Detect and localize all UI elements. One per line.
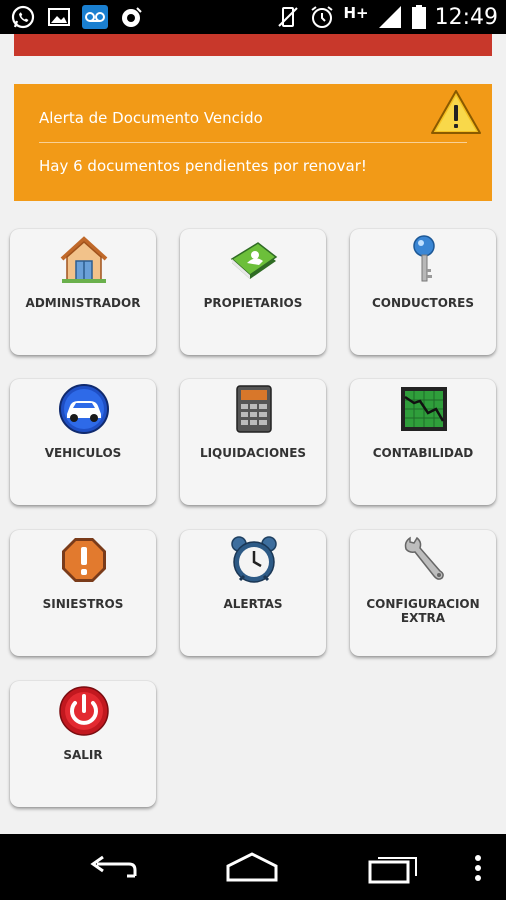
tile-label: CONFIGURACION EXTRA [366,597,480,625]
battery-icon [411,5,426,29]
overflow-menu-icon[interactable] [466,848,490,888]
tile-siniestros[interactable]: SINIESTROS [10,530,156,656]
alert-divider [39,142,467,143]
recents-icon[interactable] [364,848,424,888]
tile-label: VEHICULOS [44,446,122,460]
tile-label: ADMINISTRADOR [25,296,141,310]
clock-time: 12:49 [434,4,498,30]
voicemail-icon [82,5,108,29]
home-icon[interactable] [222,848,282,888]
tile-administrador[interactable]: ADMINISTRADOR [10,229,156,355]
vibrate-off-icon [278,7,299,27]
whatsapp-icon [11,5,35,29]
back-icon[interactable] [83,848,143,888]
alarm-clock-icon [231,536,277,583]
tile-label: ALERTAS [223,597,283,611]
address-book-icon [230,242,278,279]
alarm-clock-icon [311,6,334,28]
tile-contabilidad[interactable]: CONTABILIDAD [350,379,496,505]
tile-label: LIQUIDACIONES [199,446,307,460]
wrench-icon [404,536,444,580]
network-type: H+ [343,4,369,22]
header-banner [14,34,492,56]
expired-document-alert[interactable]: Alerta de Documento Vencido Hay 6 docume… [14,84,492,201]
tile-vehiculos[interactable]: VEHICULOS [10,379,156,505]
signal-icon [378,6,401,28]
house-icon [60,236,108,283]
tile-conductores[interactable]: CONDUCTORES [350,229,496,355]
tile-label: PROPIETARIOS [203,296,303,310]
tile-label: SINIESTROS [42,597,124,611]
status-bar: H+ 12:49 [0,0,506,34]
tile-configuracion-extra[interactable]: CONFIGURACION EXTRA [350,530,496,656]
tile-label: SALIR [63,748,103,762]
car-icon [59,384,109,434]
chart-icon [401,387,447,431]
tile-propietarios[interactable]: PROPIETARIOS [180,229,326,355]
stop-warning-icon [62,538,106,582]
warning-icon [431,90,481,134]
alert-message: Hay 6 documentos pendientes por renovar! [39,157,367,175]
navigation-bar [0,834,506,900]
gallery-icon [48,8,70,26]
tile-salir[interactable]: SALIR [10,681,156,807]
key-icon [413,235,435,282]
tile-label: CONDUCTORES [371,296,475,310]
calculator-icon [236,385,272,433]
tile-label: CONTABILIDAD [372,446,474,460]
alert-title: Alerta de Documento Vencido [39,109,263,127]
alarm-sync-icon [122,7,142,27]
tile-alertas[interactable]: ALERTAS [180,530,326,656]
power-icon [59,686,109,736]
tile-liquidaciones[interactable]: LIQUIDACIONES [180,379,326,505]
